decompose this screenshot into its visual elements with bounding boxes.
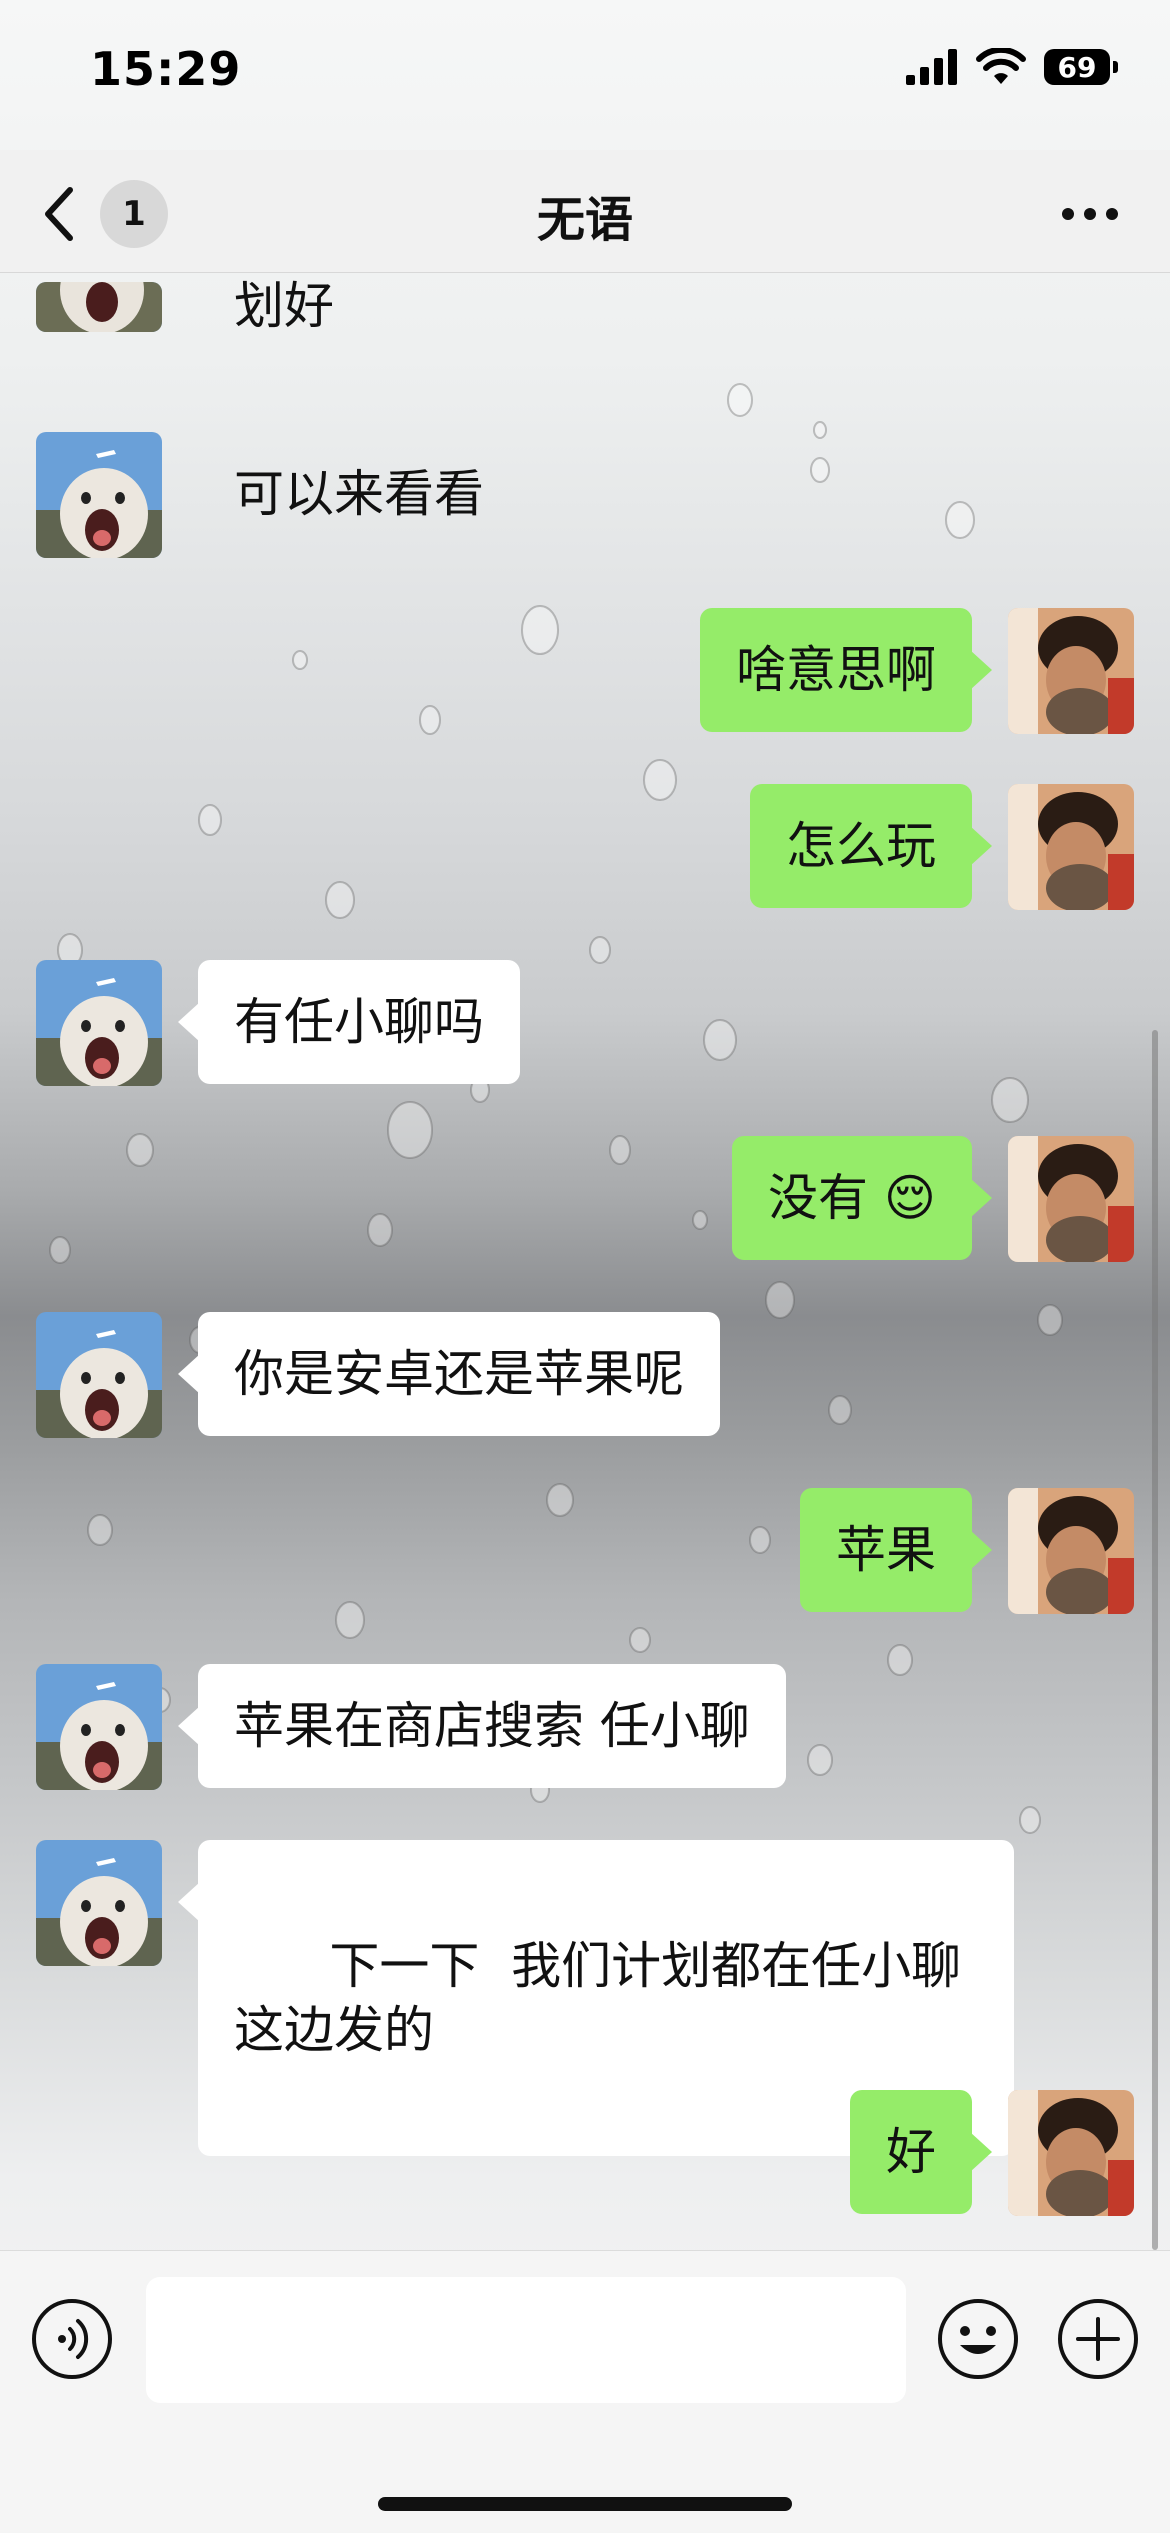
message-bubble[interactable]: 划好 [198,272,1098,368]
cellular-signal-icon [906,49,957,85]
message-bubble[interactable]: 有任小聊吗 [178,960,520,1084]
contact-avatar[interactable] [36,432,162,558]
message-bubble[interactable]: 没有 😌 [731,1136,993,1260]
home-indicator [378,2497,792,2511]
contact-avatar[interactable] [36,960,162,1086]
message-bubble[interactable]: 好 [850,2090,992,2214]
message-bubble[interactable]: 可以来看看 [198,432,520,556]
message-list[interactable]: 划好 可以来看看 啥意思啊 怎么玩 有任小聊吗 没有 😌 你是安卓还是苹果呢 苹… [0,272,1170,2250]
chat-header: 1 无语 [0,150,1170,273]
message-bubble[interactable]: 啥意思啊 [700,608,992,732]
voice-button[interactable] [30,2297,114,2381]
status-time: 15:29 [90,42,242,96]
my-avatar[interactable] [1008,784,1134,910]
emoji-icon [938,2299,1018,2379]
chat-title: 无语 [536,192,633,248]
voice-icon [32,2299,112,2379]
message-bubble[interactable]: 怎么玩 [750,784,992,908]
my-avatar[interactable] [1008,1488,1134,1614]
plus-button[interactable] [1056,2297,1140,2381]
more-button[interactable] [1050,180,1130,248]
my-avatar[interactable] [1008,1136,1134,1262]
my-avatar[interactable] [1008,2090,1134,2216]
contact-avatar[interactable] [36,1312,162,1438]
relieved-face-emoji: 😌 [883,1169,936,1227]
wifi-icon [976,48,1026,84]
status-bar: 15:29 69 [0,0,1170,150]
contact-avatar[interactable] [36,1840,162,1966]
message-input[interactable] [146,2277,906,2403]
input-bar [0,2250,1170,2533]
battery-icon: 69 [1044,49,1118,85]
contact-avatar[interactable] [36,1664,162,1790]
message-bubble[interactable]: 苹果 [800,1488,992,1612]
contact-avatar[interactable] [36,282,162,332]
emoji-button[interactable] [936,2297,1020,2381]
scrollbar[interactable] [1152,1030,1158,2250]
message-bubble[interactable]: 你是安卓还是苹果呢 [178,1312,720,1436]
more-icon [1062,208,1118,220]
plus-icon [1058,2299,1138,2379]
message-bubble[interactable]: 苹果在商店搜索 任小聊 [178,1664,786,1788]
my-avatar[interactable] [1008,608,1134,734]
